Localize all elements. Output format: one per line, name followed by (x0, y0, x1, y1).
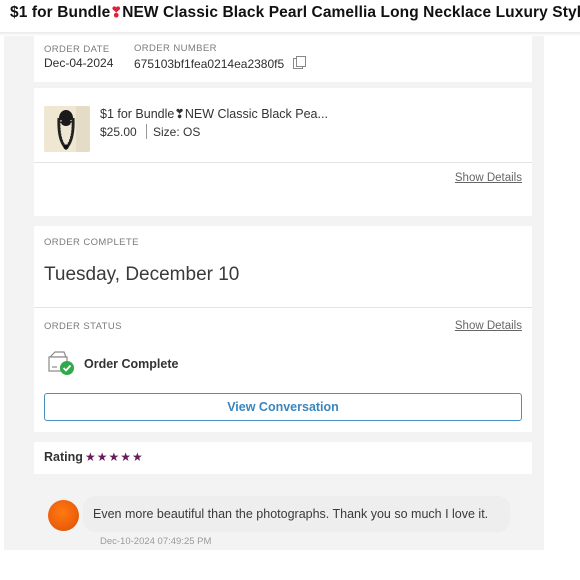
item-card: $1 for Bundle❣NEW Classic Black Pea... $… (34, 88, 532, 216)
listing-title: $1 for Bundle❣NEW Classic Black Pearl Ca… (10, 4, 580, 22)
status-show-details-link[interactable]: Show Details (455, 320, 522, 332)
order-date-value: Dec-04-2024 (44, 56, 114, 70)
order-status-text: Order Complete (84, 357, 179, 371)
title-suffix: NEW Classic Black Pearl Camellia Long Ne… (122, 4, 580, 21)
item-divider (34, 162, 532, 163)
status-divider (34, 307, 532, 308)
completion-date: Tuesday, December 10 (44, 264, 240, 285)
item-price: $25.00 (100, 125, 137, 139)
order-status-card: ORDER COMPLETE Tuesday, December 10 ORDE… (34, 226, 532, 432)
heart-exclamation-icon: ❣ (110, 4, 123, 20)
review-bubble: Even more beautiful than the photographs… (83, 496, 510, 532)
review-timestamp: Dec-10-2024 07:49:25 PM (100, 536, 212, 547)
copy-icon[interactable] (293, 56, 306, 69)
rating-card: Rating ★★★★★ (34, 442, 532, 474)
order-date-label: ORDER DATE (44, 44, 110, 55)
price-size-divider (146, 124, 147, 139)
rating-label: Rating (44, 450, 83, 464)
order-meta-card: ORDER DATE Dec-04-2024 ORDER NUMBER 6751… (34, 36, 532, 82)
item-name[interactable]: $1 for Bundle❣NEW Classic Black Pea... (100, 106, 328, 121)
view-conversation-button[interactable]: View Conversation (44, 393, 522, 421)
reviewer-avatar[interactable] (48, 500, 79, 531)
order-number-label: ORDER NUMBER (134, 43, 217, 54)
item-show-details-link[interactable]: Show Details (455, 172, 522, 184)
order-number-value: 675103bf1fea0214ea2380f5 (134, 57, 285, 71)
item-size: Size: OS (153, 125, 201, 139)
order-complete-label: ORDER COMPLETE (44, 237, 139, 248)
necklace-image (44, 106, 90, 152)
package-check-icon (48, 351, 74, 375)
title-prefix: $1 for Bundle (10, 4, 111, 21)
product-thumbnail[interactable] (44, 106, 90, 152)
review-text: Even more beautiful than the photographs… (93, 507, 489, 521)
order-status-label: ORDER STATUS (44, 321, 122, 332)
rating-stars: ★★★★★ (85, 450, 144, 464)
